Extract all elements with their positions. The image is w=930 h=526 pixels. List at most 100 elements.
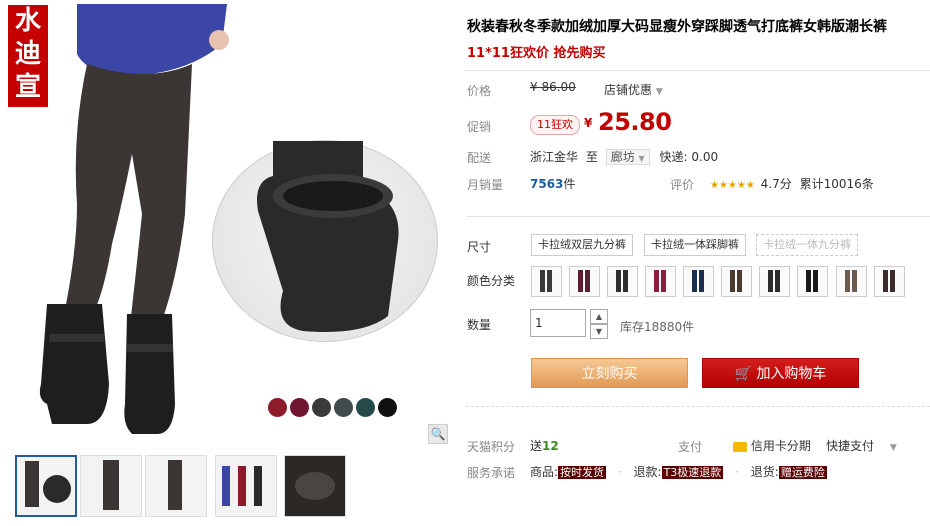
credit-installment[interactable]: 信用卡分期	[733, 437, 811, 454]
rating-stars-icon: ★★★★★	[710, 180, 755, 191]
currency-symbol: ¥	[530, 80, 538, 94]
thumbnail-2-image	[103, 460, 119, 510]
service-row: 商品: 按时发货 · 退款: T3极速退款 · 退货: 赠运费险	[530, 463, 827, 480]
product-title: 秋装春秋冬季款加绒加厚大码显瘦外穿踩脚透气打底裤女韩版潮长裤	[467, 19, 887, 35]
delivery-to-word: 至	[585, 150, 598, 164]
shop-discount-label: 店铺优惠	[604, 83, 653, 97]
color-swatch-image	[540, 270, 552, 292]
color-swatch-image	[616, 270, 628, 292]
credit-label: 信用卡分期	[750, 439, 811, 453]
delivery-destination: 廊坊	[610, 150, 635, 164]
pay-label: 支付	[678, 440, 703, 454]
points-send: 送	[530, 439, 543, 453]
delivery-destination-select[interactable]: 廊坊 ▼	[605, 149, 650, 165]
thumbnail-3-image	[168, 460, 182, 510]
magnifier-icon[interactable]: 🔍	[428, 424, 448, 444]
color-swatch[interactable]	[645, 266, 676, 297]
promo-label: 促销	[467, 120, 492, 134]
thumbnail-1-image	[25, 461, 71, 507]
color-swatch[interactable]	[683, 266, 714, 297]
chevron-down-icon: ▼	[655, 87, 663, 97]
separator-dot: ·	[617, 465, 622, 479]
thumbnail-4-image	[222, 466, 262, 506]
quantity-down-icon[interactable]: ▼	[590, 324, 608, 339]
chevron-down-icon: ▼	[889, 443, 897, 453]
points-value: 送12	[530, 437, 559, 454]
color-swatch[interactable]	[721, 266, 752, 297]
color-swatch-image	[578, 270, 590, 292]
divider	[466, 70, 930, 71]
color-dot	[268, 398, 287, 417]
original-price: ¥ 86.00	[530, 80, 576, 94]
color-swatch[interactable]	[874, 266, 905, 297]
color-swatch-image	[654, 270, 666, 292]
color-label: 颜色分类	[467, 274, 516, 288]
rating-label: 评价	[670, 178, 695, 192]
original-price-value: 86.00	[541, 80, 576, 94]
color-swatch[interactable]	[797, 266, 828, 297]
size-option[interactable]: 卡拉绒双层九分裤	[531, 234, 633, 256]
add-to-cart-button[interactable]: 🛒 加入购物车	[702, 358, 859, 388]
color-swatch[interactable]	[607, 266, 638, 297]
color-swatch[interactable]	[569, 266, 600, 297]
color-swatch[interactable]	[759, 266, 790, 297]
monthly-sales-unit: 件	[563, 177, 576, 191]
color-swatch-image	[692, 270, 704, 292]
points-amount: 12	[542, 439, 559, 453]
thumbnail-2[interactable]	[80, 455, 142, 517]
quick-pay[interactable]: 快捷支付 ▼	[826, 437, 897, 454]
service-goods-label: 商品:	[530, 465, 559, 479]
credit-card-icon	[733, 441, 747, 452]
size-option[interactable]: 卡拉绒一体踩脚裤	[644, 234, 746, 256]
delivery-label: 配送	[467, 151, 492, 165]
thumbnail-4[interactable]	[215, 455, 277, 517]
rating-row[interactable]: ★★★★★ 4.7分 累计10016条	[710, 175, 874, 192]
monthly-sales-count: 7563	[530, 177, 564, 191]
service-return-tag[interactable]: 赠运费险	[778, 466, 827, 479]
delivery-row: 浙江金华 至 廊坊 ▼ 快递: 0.00	[530, 148, 718, 167]
monthly-sales: 7563件	[530, 175, 575, 192]
separator-dot: ·	[735, 465, 739, 479]
monthly-sales-label: 月销量	[467, 178, 504, 192]
color-swatch-image	[883, 270, 895, 292]
color-dot	[334, 398, 353, 417]
promo-currency: ¥	[584, 116, 593, 130]
color-dot	[312, 398, 331, 417]
color-dot	[356, 398, 375, 417]
rating-total: 累计10016条	[799, 177, 874, 191]
thumbnail-5-image	[285, 456, 345, 516]
shop-discount[interactable]: 店铺优惠 ▼	[604, 81, 663, 98]
cart-icon: 🛒	[734, 366, 752, 382]
buy-now-button[interactable]: 立刻购买	[531, 358, 688, 388]
fleece-detail-circle	[212, 140, 438, 342]
service-goods-tag[interactable]: 按时发货	[558, 466, 607, 479]
service-refund-label: 退款:	[633, 465, 662, 479]
delivery-from: 浙江金华	[530, 150, 579, 164]
thumbnail-5[interactable]	[284, 455, 346, 517]
color-swatch-image	[806, 270, 818, 292]
fleece-lining-illustration	[257, 141, 399, 332]
size-label: 尺寸	[467, 240, 492, 254]
color-swatch[interactable]	[531, 266, 562, 297]
promo-price: 25.80	[598, 108, 672, 136]
color-swatch-image	[768, 270, 780, 292]
quantity-input[interactable]: 1	[530, 309, 586, 337]
size-option-disabled: 卡拉绒一体九分裤	[756, 234, 858, 256]
thumbnail-1[interactable]	[15, 455, 77, 517]
price-label: 价格	[467, 84, 492, 98]
promo-badge: 11狂欢	[530, 115, 580, 135]
quantity-up-icon[interactable]: ▲	[590, 309, 608, 324]
color-swatch-image	[845, 270, 857, 292]
quick-pay-label: 快捷支付	[826, 439, 875, 453]
service-refund-tag[interactable]: T3极速退款	[661, 466, 724, 479]
color-dot	[378, 398, 397, 417]
rating-score: 4.7分	[760, 177, 792, 191]
add-to-cart-label: 加入购物车	[756, 366, 827, 382]
color-swatch[interactable]	[836, 266, 867, 297]
quantity-label: 数量	[467, 318, 492, 332]
service-label: 服务承诺	[467, 466, 516, 480]
thumbnail-3[interactable]	[145, 455, 207, 517]
express-fee: 快递: 0.00	[659, 150, 719, 164]
chevron-down-icon: ▼	[638, 154, 645, 163]
service-return-label: 退货:	[750, 465, 779, 479]
